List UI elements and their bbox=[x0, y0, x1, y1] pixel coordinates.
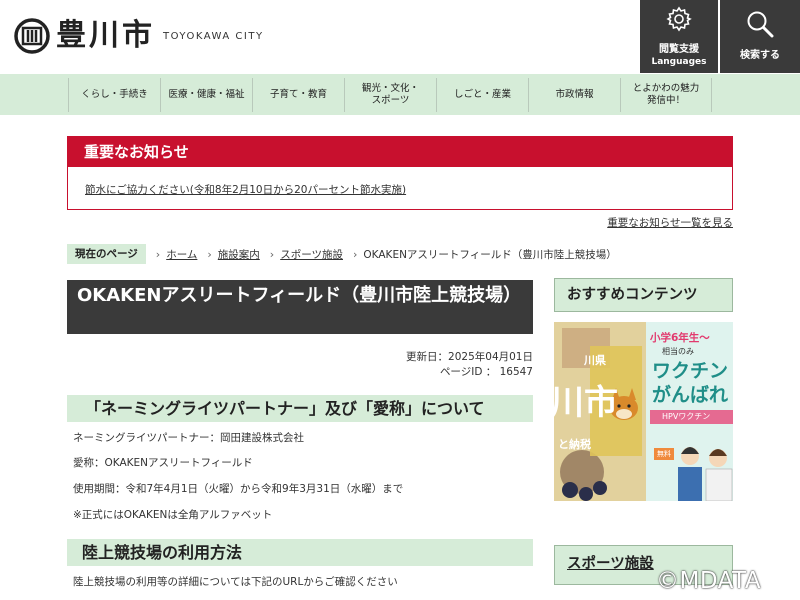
banner-left-text-3: と納税 bbox=[558, 438, 591, 451]
notice-item-link[interactable]: 節水にご協力ください(令和8年2月10日から20パーセント節水実施) bbox=[85, 182, 406, 197]
section-heading-naming-rights: 「ネーミングライツパートナー」及び「愛称」について bbox=[67, 395, 533, 422]
breadcrumb-facilities[interactable]: 施設案内 bbox=[218, 247, 260, 262]
breadcrumb-sports[interactable]: スポーツ施設 bbox=[280, 247, 343, 262]
nav-label: とよかわの魅力 発信中！ bbox=[632, 83, 700, 106]
breadcrumb-here-label: 現在のページ bbox=[67, 244, 146, 264]
notice-all-link[interactable]: 重要なお知らせ一覧を見る bbox=[607, 215, 733, 230]
nav-label: しごと・産業 bbox=[453, 89, 511, 100]
search-icon bbox=[747, 11, 774, 38]
recommended-banner[interactable]: 川県 川市 と納税 小学6年生〜 相当のみ ワクチン がんばれ HPVワクチン … bbox=[554, 322, 733, 501]
global-nav: くらし・手続き 医療・健康・福祉 子育て・教育 観光・文化・ スポーツ しごと・産… bbox=[0, 74, 800, 115]
banner-tag: HPVワクチン bbox=[650, 410, 733, 424]
city-emblem-icon[interactable] bbox=[14, 18, 50, 54]
search-label: 検索する bbox=[740, 50, 780, 61]
nav-item-health[interactable]: 医療・健康・福祉 bbox=[160, 78, 252, 112]
languages-label-1: 閲覧支援 bbox=[659, 44, 699, 55]
period-text: 使用期間：令和7年4月1日（火曜）から令和9年3月31日（水曜）まで bbox=[73, 483, 404, 495]
banner-big-2: がんばれ bbox=[652, 384, 729, 406]
gear-icon bbox=[666, 6, 692, 32]
notice-title: 重要なお知らせ bbox=[68, 137, 732, 167]
banner-free: 無料 bbox=[654, 448, 674, 460]
nav-item-work[interactable]: しごと・産業 bbox=[436, 78, 528, 112]
updated-date: 更新日：2025年04月01日 bbox=[406, 351, 533, 363]
recommended-heading: おすすめコンテンツ bbox=[554, 278, 733, 312]
note-text: ※正式にはOKAKENは全角アルファベット bbox=[73, 509, 273, 521]
section-heading-usage: 陸上競技場の利用方法 bbox=[67, 539, 533, 566]
nav-item-appeal[interactable]: とよかわの魅力 発信中！ bbox=[620, 78, 712, 112]
banner-left-text-1: 川県 bbox=[584, 354, 606, 367]
languages-label-2: Languages bbox=[651, 57, 707, 67]
nav-label: 市政情報 bbox=[555, 89, 594, 100]
breadcrumb: 現在のページ › ホーム › 施設案内 › スポーツ施設 › OKAKENアスリートフィ… bbox=[67, 244, 617, 264]
nav-item-tourism[interactable]: 観光・文化・ スポーツ bbox=[344, 78, 436, 112]
nav-item-city-info[interactable]: 市政情報 bbox=[528, 78, 620, 112]
nickname-text: 愛称：OKAKENアスリートフィールド bbox=[73, 457, 253, 469]
banner-big-1: ワクチン bbox=[652, 360, 729, 382]
nav-label: 医療・健康・福祉 bbox=[168, 89, 245, 100]
page-id: ページID ： 16547 bbox=[439, 366, 533, 378]
banner-bubble: 小学6年生〜 bbox=[650, 332, 710, 344]
breadcrumb-current: OKAKENアスリートフィールド（豊川市陸上競技場） bbox=[363, 248, 617, 261]
site-name-en: TOYOKAWA CITY bbox=[163, 31, 264, 42]
site-header: 豊川市 TOYOKAWA CITY 閲覧支援 Languages 検索する bbox=[0, 0, 800, 74]
banner-left-text-2: 川市 bbox=[554, 383, 618, 423]
page-meta: 更新日：2025年04月01日 ページID ： 16547 bbox=[406, 350, 533, 380]
usage-text: 陸上競技場の利用等の詳細については下記のURLからご確認ください bbox=[73, 576, 398, 588]
chevron-right-icon: › bbox=[155, 247, 161, 261]
important-notice: 重要なお知らせ 節水にご協力ください(令和8年2月10日から20パーセント節水実… bbox=[67, 136, 733, 210]
banner-people-illustration bbox=[678, 447, 733, 501]
naming-partner-text: ネーミングライツパートナー：岡田建設株式会社 bbox=[73, 432, 304, 444]
breadcrumb-home[interactable]: ホーム bbox=[166, 247, 197, 262]
nav-label: くらし・手続き bbox=[81, 89, 148, 100]
nav-label: 観光・文化・ スポーツ bbox=[361, 83, 419, 106]
nav-item-living[interactable]: くらし・手続き bbox=[68, 78, 160, 112]
languages-button[interactable]: 閲覧支援 Languages bbox=[640, 0, 718, 73]
search-button[interactable]: 検索する bbox=[720, 0, 800, 73]
chevron-right-icon: › bbox=[353, 247, 358, 261]
banner-sub: 相当のみ bbox=[662, 347, 694, 356]
sports-facility-link[interactable]: スポーツ施設 bbox=[567, 556, 654, 572]
chevron-right-icon: › bbox=[269, 247, 275, 261]
site-name[interactable]: 豊川市 bbox=[56, 17, 155, 55]
nav-item-childcare[interactable]: 子育て・教育 bbox=[252, 78, 344, 112]
nav-label: 子育て・教育 bbox=[269, 89, 327, 100]
chevron-right-icon: › bbox=[207, 247, 212, 261]
copyright-watermark: ©MDATA bbox=[656, 568, 762, 594]
page-title: OKAKENアスリートフィールド（豊川市陸上競技場） bbox=[67, 280, 533, 334]
